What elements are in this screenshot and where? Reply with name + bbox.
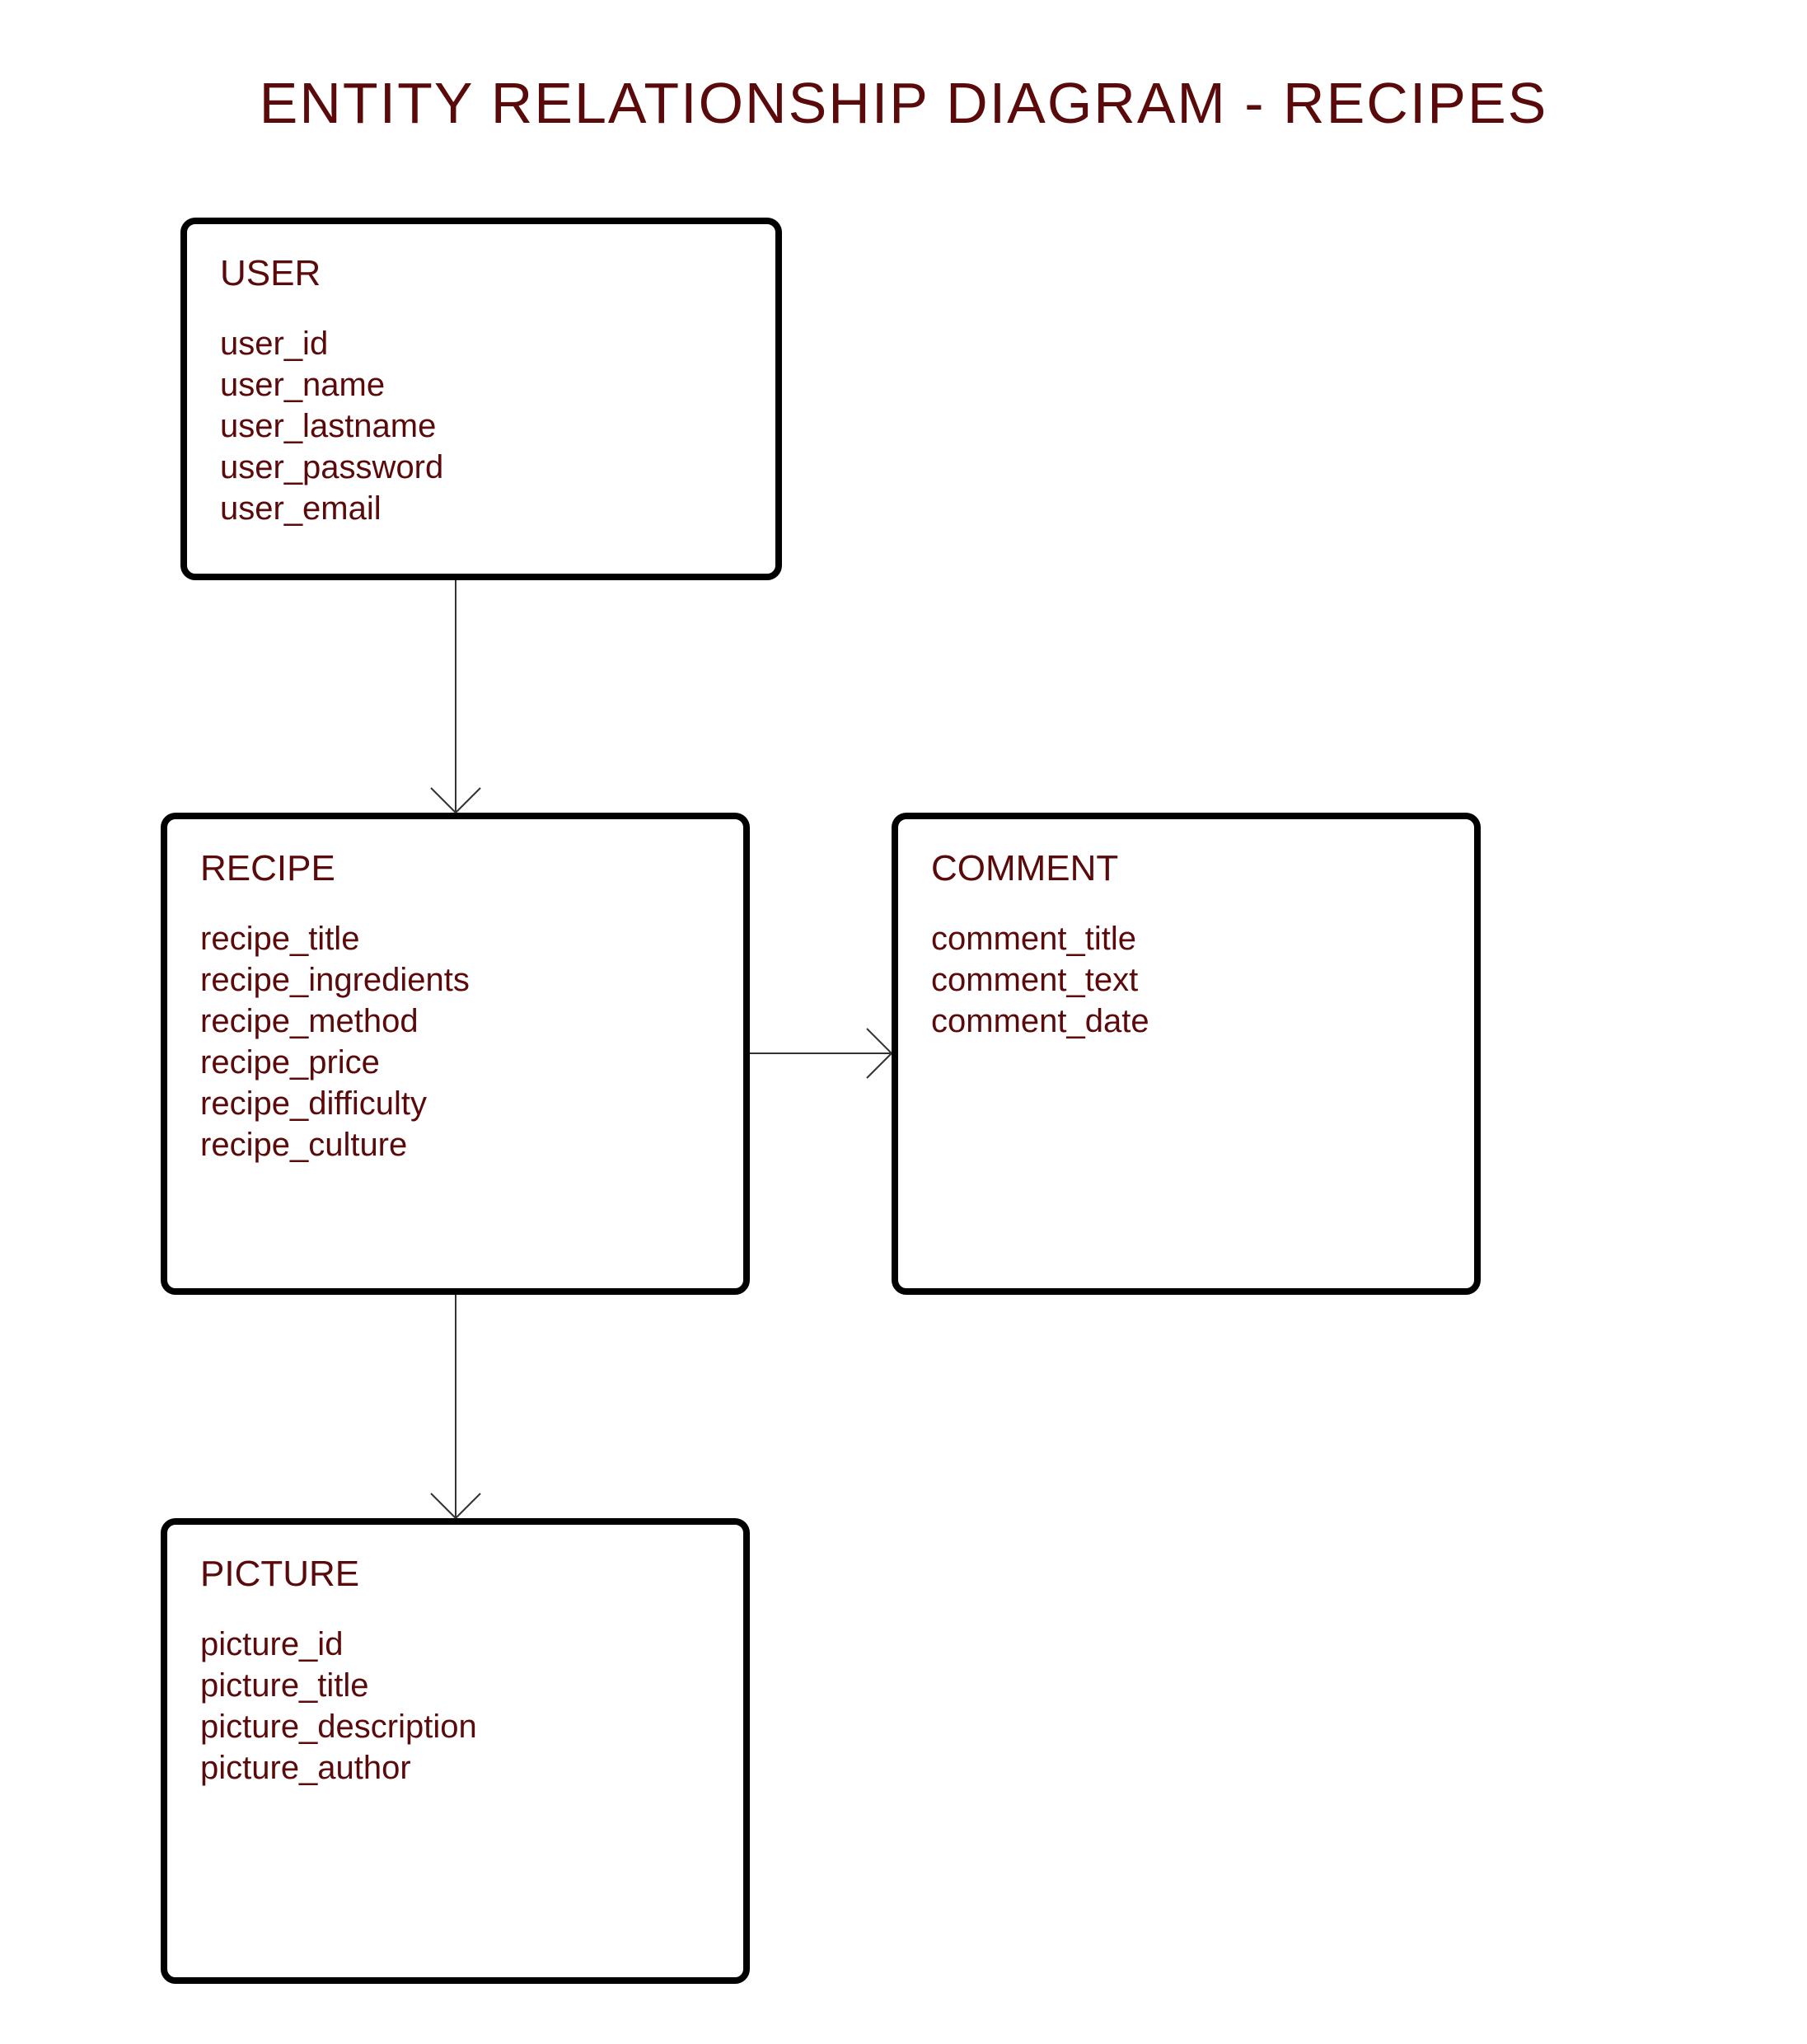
entity-user-attr: user_name bbox=[220, 364, 742, 406]
entity-picture-attr: picture_description bbox=[200, 1706, 710, 1747]
entity-picture-name: PICTURE bbox=[200, 1554, 710, 1595]
entity-recipe: RECIPE recipe_title recipe_ingredients r… bbox=[161, 813, 750, 1295]
entity-comment-attr: comment_date bbox=[931, 1001, 1441, 1042]
entity-comment-name: COMMENT bbox=[931, 848, 1441, 889]
entity-user-attr: user_id bbox=[220, 323, 742, 364]
entity-recipe-name: RECIPE bbox=[200, 848, 710, 889]
entity-user-name: USER bbox=[220, 253, 742, 294]
entity-recipe-attr: recipe_method bbox=[200, 1001, 710, 1042]
entity-picture-attr: picture_title bbox=[200, 1665, 710, 1706]
diagram-title: ENTITY RELATIONSHIP DIAGRAM - RECIPES bbox=[0, 70, 1807, 136]
entity-recipe-attr: recipe_price bbox=[200, 1042, 710, 1083]
entity-comment-attr: comment_title bbox=[931, 918, 1441, 959]
entity-user: USER user_id user_name user_lastname use… bbox=[180, 218, 782, 580]
entity-user-attr: user_lastname bbox=[220, 406, 742, 447]
entity-user-attr: user_password bbox=[220, 447, 742, 488]
entity-picture: PICTURE picture_id picture_title picture… bbox=[161, 1518, 750, 1984]
entity-comment: COMMENT comment_title comment_text comme… bbox=[892, 813, 1481, 1295]
entity-user-attr: user_email bbox=[220, 488, 742, 529]
entity-comment-attr: comment_text bbox=[931, 959, 1441, 1001]
entity-picture-attr: picture_author bbox=[200, 1747, 710, 1788]
entity-recipe-attr: recipe_ingredients bbox=[200, 959, 710, 1001]
entity-picture-attr: picture_id bbox=[200, 1624, 710, 1665]
entity-recipe-attr: recipe_culture bbox=[200, 1124, 710, 1165]
entity-recipe-attr: recipe_title bbox=[200, 918, 710, 959]
entity-recipe-attr: recipe_difficulty bbox=[200, 1083, 710, 1124]
